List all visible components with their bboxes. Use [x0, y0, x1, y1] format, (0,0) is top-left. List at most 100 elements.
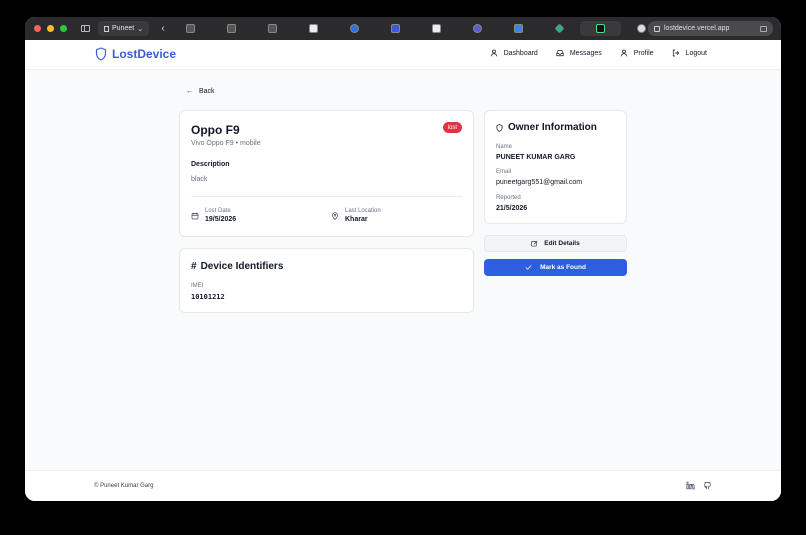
browser-tab[interactable]	[498, 17, 539, 40]
reported-value: 21/5/2026	[496, 205, 528, 212]
tab-favicon-icon	[391, 24, 400, 33]
edit-details-button[interactable]: Edit Details	[484, 235, 627, 252]
browser-tab[interactable]	[334, 17, 375, 40]
tab-favicon-icon	[596, 24, 605, 33]
browser-tab[interactable]	[252, 17, 293, 40]
lost-date-value: 19/5/2026	[205, 216, 237, 223]
window-controls	[34, 25, 67, 32]
reader-mode-icon[interactable]	[760, 25, 767, 32]
lost-date-block: Lost Date 19/5/2026	[191, 208, 236, 223]
browser-profile-button[interactable]: Puneet ⌄	[98, 21, 150, 36]
github-icon	[637, 24, 646, 33]
mark-as-found-button[interactable]: Mark as Found	[484, 259, 627, 276]
device-details-card: Oppo F9 lost Vivo Oppo F9 • mobile Descr…	[179, 110, 474, 237]
device-identifiers-card: # Device Identifiers IMEI 10101212	[179, 248, 474, 313]
nav-logout[interactable]: Logout	[672, 49, 707, 57]
owner-email-value: puneetgarg551@gmail.com	[496, 179, 583, 186]
identifiers-title-text: Device Identifiers	[200, 261, 284, 272]
back-link[interactable]: ← Back	[186, 88, 215, 95]
linkedin-icon[interactable]	[686, 481, 695, 490]
address-bar-url: lostdevice.vercel.app	[664, 25, 730, 32]
tab-favicon-icon	[186, 24, 195, 33]
reported-label: Reported	[496, 195, 521, 201]
close-window-button[interactable]	[34, 25, 41, 32]
imei-label: IMEI	[191, 283, 204, 289]
nav-links: Dashboard Messages Profile Logout	[490, 49, 707, 57]
browser-tab[interactable]	[375, 17, 416, 40]
device-name: Oppo F9	[191, 123, 240, 137]
owner-title: Owner Information	[496, 122, 597, 133]
mark-as-found-label: Mark as Found	[540, 264, 586, 271]
nav-messages-label: Messages	[569, 49, 602, 57]
description-heading: Description	[191, 161, 230, 168]
owner-information-card: Owner Information Name PUNEET KUMAR GARG…	[484, 110, 627, 224]
status-badge: lost	[442, 122, 462, 133]
edit-icon	[531, 240, 538, 247]
browser-toolbar: Puneet ⌄ ‹ lostdevice.vercel.app	[25, 17, 781, 40]
tab-favicon-icon	[514, 24, 523, 33]
browser-tab[interactable]	[539, 17, 580, 40]
check-icon	[525, 265, 532, 270]
site-icon	[654, 25, 660, 32]
shield-icon	[496, 123, 503, 132]
owner-name-value: PUNEET KUMAR GARG	[496, 154, 576, 161]
tab-favicon-icon	[473, 24, 482, 33]
calendar-icon	[191, 212, 199, 220]
logout-icon	[672, 49, 679, 57]
browser-tab[interactable]	[416, 17, 457, 40]
browser-tab[interactable]	[211, 17, 252, 40]
browser-tab[interactable]	[457, 17, 498, 40]
tab-favicon-icon	[554, 23, 565, 34]
github-icon[interactable]	[703, 481, 712, 490]
maximize-window-button[interactable]	[60, 25, 67, 32]
hash-icon: #	[191, 261, 197, 272]
browser-tab[interactable]	[293, 17, 334, 40]
profile-icon	[104, 25, 109, 32]
last-location-label: Last Location	[345, 208, 381, 214]
browser-tab[interactable]	[170, 17, 211, 40]
page-footer: © Puneet Kumar Garg	[25, 470, 781, 501]
lost-date-label: Lost Date	[205, 208, 231, 214]
app-navbar: LostDevice Dashboard Messages Profile Lo…	[25, 40, 781, 70]
tab-favicon-icon	[309, 24, 318, 33]
chevron-down-icon: ⌄	[137, 25, 144, 33]
minimize-window-button[interactable]	[47, 25, 54, 32]
tab-favicon-icon	[350, 24, 359, 33]
description-text: black	[191, 176, 208, 183]
browser-tabs	[170, 17, 662, 40]
footer-social-links	[686, 481, 712, 490]
map-pin-icon	[332, 212, 338, 220]
brand-logo-link[interactable]: LostDevice	[95, 47, 176, 61]
owner-name-label: Name	[496, 144, 513, 150]
browser-back-icon[interactable]: ‹	[158, 23, 168, 34]
last-location-block: Last Location Kharar	[331, 208, 381, 223]
sidebar-toggle-icon[interactable]	[81, 25, 90, 32]
nav-dashboard-label: Dashboard	[503, 49, 538, 57]
address-bar[interactable]: lostdevice.vercel.app	[648, 21, 773, 36]
user-icon	[620, 49, 627, 57]
divider	[191, 196, 462, 197]
nav-profile-label: Profile	[633, 49, 654, 57]
nav-profile[interactable]: Profile	[620, 49, 654, 57]
identifiers-title: # Device Identifiers	[191, 261, 283, 272]
brand-name: LostDevice	[112, 47, 177, 61]
browser-tab-active[interactable]	[580, 21, 621, 36]
imei-value: 10101212	[191, 293, 225, 301]
arrow-left-icon: ←	[186, 88, 193, 95]
user-icon	[490, 49, 497, 57]
tab-favicon-icon	[432, 24, 441, 33]
copyright-text: © Puneet Kumar Garg	[94, 483, 154, 489]
browser-window: Puneet ⌄ ‹ lostdevice.vercel.app LostDev…	[25, 17, 781, 501]
nav-dashboard[interactable]: Dashboard	[490, 49, 538, 57]
owner-title-text: Owner Information	[508, 122, 597, 133]
browser-profile-name: Puneet	[112, 25, 135, 32]
tab-favicon-icon	[227, 24, 236, 33]
shield-icon	[95, 47, 107, 61]
edit-details-label: Edit Details	[544, 240, 580, 247]
owner-email-label: Email	[496, 169, 512, 175]
tab-favicon-icon	[268, 24, 277, 33]
nav-messages[interactable]: Messages	[556, 49, 602, 57]
nav-logout-label: Logout	[685, 49, 707, 57]
back-label: Back	[199, 88, 215, 95]
device-subtitle: Vivo Oppo F9 • mobile	[191, 140, 261, 147]
